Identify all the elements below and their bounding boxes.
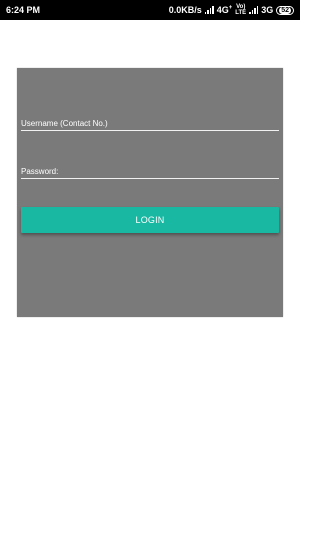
battery-level: 52 <box>279 6 291 14</box>
login-panel: LOGIN <box>17 68 283 317</box>
status-bar: 6:24 PM 0.0KB/s 4G+ Vo) LTE 3G 52 <box>0 0 300 20</box>
network-speed: 0.0KB/s <box>168 5 202 15</box>
volte-icon: Vo) LTE <box>235 4 247 16</box>
username-input[interactable] <box>21 119 279 128</box>
password-field[interactable] <box>21 167 279 179</box>
battery-icon: 52 <box>276 5 294 15</box>
password-input[interactable] <box>21 167 279 176</box>
signal-strength-icon-2 <box>249 6 259 14</box>
login-button[interactable]: LOGIN <box>21 207 279 233</box>
network-type-4g: 4G+ <box>216 5 233 15</box>
username-field[interactable] <box>21 119 279 131</box>
status-time: 6:24 PM <box>6 5 41 15</box>
status-icons: 0.0KB/s 4G+ Vo) LTE 3G 52 <box>169 4 294 16</box>
network-type-3g: 3G <box>261 5 274 15</box>
signal-strength-icon <box>204 6 214 14</box>
